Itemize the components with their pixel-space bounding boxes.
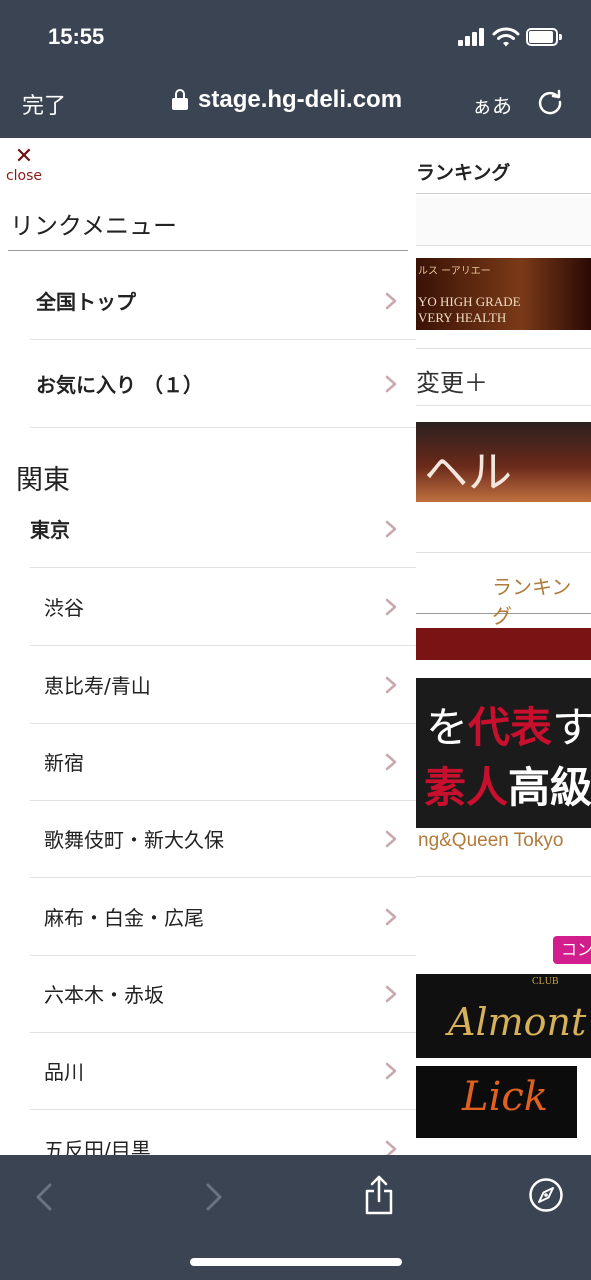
done-button[interactable]: 完了 — [22, 88, 66, 120]
close-button[interactable]: ✕ close — [4, 144, 44, 185]
bg-ranking-header: ランキング — [416, 154, 591, 194]
reload-icon[interactable] — [536, 88, 564, 116]
title-divider — [8, 250, 408, 251]
menu-item-area[interactable]: 品川 — [30, 1032, 416, 1110]
wifi-icon — [492, 27, 520, 47]
menu-item-national-top[interactable]: 全国トップ — [30, 262, 416, 340]
share-icon[interactable] — [362, 1173, 396, 1217]
bg-almont-banner[interactable]: CLUB Almont — [416, 974, 591, 1058]
chevron-right-icon — [385, 375, 397, 392]
chevron-right-icon — [385, 292, 397, 309]
menu-item-area[interactable]: 恵比寿/青山 — [30, 646, 416, 724]
menu-item-area[interactable]: 歌舞伎町・新大久保 — [30, 800, 416, 878]
chevron-right-icon — [385, 1062, 397, 1079]
forward-icon[interactable] — [200, 1179, 228, 1215]
bg-change-row[interactable]: 変更＋ — [416, 348, 591, 406]
chevron-right-icon — [385, 753, 397, 770]
text-size-button[interactable]: ぁあ — [472, 90, 512, 119]
bg-promo-caption: ng&Queen Tokyo — [416, 828, 591, 868]
status-time: 15:55 — [48, 24, 105, 49]
chevron-right-icon — [385, 598, 397, 615]
menu-item-area[interactable]: 六本木・赤坂 — [30, 955, 416, 1033]
chevron-right-icon — [385, 908, 397, 925]
signal-icon — [458, 28, 486, 46]
browser-address-bar: 完了 stage.hg-deli.com ぁあ — [0, 76, 591, 138]
link-menu-drawer: ✕ close リンクメニュー 全国トップ お気に入り （１） 関東 東京 渋谷… — [0, 138, 416, 1155]
chevron-right-icon — [385, 520, 397, 537]
menu-title: リンクメニュー — [10, 212, 178, 240]
bg-promo-banner[interactable]: を代表す 素人高級 — [416, 678, 591, 828]
compass-icon[interactable] — [528, 1177, 564, 1213]
lock-icon — [172, 89, 188, 111]
bg-badge: コン — [553, 936, 591, 964]
status-bar: 15:55 — [0, 0, 591, 76]
battery-icon — [526, 28, 562, 46]
menu-item-area[interactable]: 新宿 — [30, 723, 416, 801]
menu-item-tokyo[interactable]: 東京 — [30, 490, 416, 568]
bg-lick-banner[interactable]: Lick — [416, 1066, 577, 1138]
home-indicator — [190, 1258, 402, 1266]
bg-empty-row — [416, 196, 591, 246]
close-icon: ✕ — [14, 144, 34, 169]
url-field[interactable]: stage.hg-deli.com — [172, 86, 402, 114]
menu-item-area[interactable]: 五反田/目黒 — [30, 1110, 416, 1155]
bg-red-bar — [416, 628, 591, 660]
url-text: stage.hg-deli.com — [198, 86, 403, 113]
bg-banner-1[interactable]: ルス ーアリエー YO HIGH GRADE VERY HEALTH — [416, 258, 591, 330]
back-icon[interactable] — [30, 1179, 58, 1215]
menu-item-favorites[interactable]: お気に入り （１） — [30, 340, 416, 428]
chevron-right-icon — [385, 1140, 397, 1155]
bg-banner-2[interactable]: ヘル — [416, 422, 591, 502]
menu-item-area[interactable]: 麻布・白金・広尾 — [30, 878, 416, 956]
bg-ranking-tab[interactable]: ランキング — [416, 552, 591, 628]
bg-divider — [416, 876, 591, 877]
chevron-right-icon — [385, 830, 397, 847]
chevron-right-icon — [385, 985, 397, 1002]
chevron-right-icon — [385, 676, 397, 693]
menu-item-area[interactable]: 渋谷 — [30, 568, 416, 646]
